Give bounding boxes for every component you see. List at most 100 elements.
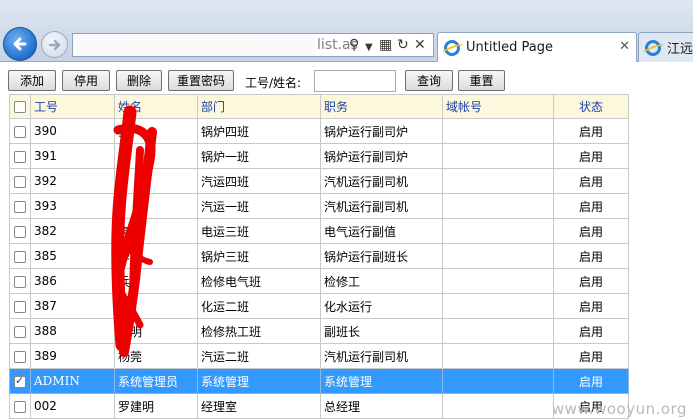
table-row[interactable]: 389 杨莞 汽运二班 汽机运行副司机 启用 <box>9 343 629 369</box>
table-row[interactable]: 392 汽运四班 汽机运行副司机 启用 <box>9 168 629 194</box>
row-checkbox[interactable] <box>14 225 26 238</box>
cell-title: 电气运行副值 <box>320 218 443 244</box>
cell-id: 388 <box>30 318 115 344</box>
cell-status: 启用 <box>553 168 629 194</box>
cell-id: ADMIN <box>30 368 115 394</box>
cell-status: 启用 <box>553 343 629 369</box>
cell-status: 启用 <box>553 118 629 144</box>
row-checkbox[interactable] <box>14 175 26 188</box>
cell-domain-account <box>442 368 554 394</box>
cell-name: 豪 <box>114 118 198 144</box>
table-row[interactable]: 387 陈化运二班 化水运行 启用 <box>9 293 629 319</box>
cell-name: 杨莞 <box>114 343 198 369</box>
cell-dept: 电运三班 <box>197 218 321 244</box>
cell-id: 385 <box>30 243 115 269</box>
arrow-left-icon <box>13 37 27 51</box>
cell-domain-account <box>442 343 554 369</box>
table-row[interactable]: 386 兵检修电气班 检修工 启用 <box>9 268 629 294</box>
reset-button[interactable]: 重置 <box>458 70 505 91</box>
tab-jiangyuan[interactable]: 江远热 <box>638 32 693 62</box>
cell-domain-account <box>442 268 554 294</box>
row-checkbox[interactable] <box>14 374 26 388</box>
row-select-cell <box>9 168 31 194</box>
tab-label: Untitled Page <box>466 40 554 55</box>
cell-id: 387 <box>30 293 115 319</box>
cell-domain-account <box>442 193 554 219</box>
row-select-cell <box>9 318 31 344</box>
table-row[interactable]: 393 汽运一班 汽机运行副司机 启用 <box>9 193 629 219</box>
cell-dept: 经理室 <box>197 393 321 419</box>
cell-id: 382 <box>30 218 115 244</box>
cell-name: 系统管理员 <box>114 368 198 394</box>
select-all-checkbox[interactable] <box>14 101 26 113</box>
cell-dept: 系统管理 <box>197 368 321 394</box>
cell-dept: 汽运四班 <box>197 168 321 194</box>
add-button[interactable]: 添加 <box>8 70 56 91</box>
cell-name <box>114 143 198 169</box>
row-checkbox[interactable] <box>14 350 26 363</box>
row-checkbox[interactable] <box>14 400 26 413</box>
cell-dept: 检修热工班 <box>197 318 321 344</box>
forward-button[interactable] <box>41 31 68 58</box>
ie-icon <box>645 39 661 56</box>
search-input[interactable] <box>314 70 396 92</box>
cell-status: 启用 <box>553 143 629 169</box>
cell-title: 汽机运行副司机 <box>320 193 443 219</box>
refresh-icon[interactable]: ↻ <box>397 36 409 54</box>
column-header-title[interactable]: 职务 <box>320 94 443 119</box>
toolbar: 添加 停用 删除 重置密码 工号/姓名: 查询 重置 <box>0 62 693 94</box>
cell-title: 化水运行 <box>320 293 443 319</box>
ie-icon <box>444 39 460 56</box>
cell-domain-account <box>442 243 554 269</box>
browser-chrome: list.as ⚲ ▼ ▦ ↻ ✕ Untitled Page ✕ 江远热 <box>0 0 693 62</box>
table-header-row: 工号 姓名 部门 职务 域帐号 状态 <box>9 94 629 119</box>
cell-status: 启用 <box>553 293 629 319</box>
cell-status: 启用 <box>553 243 629 269</box>
column-header-name[interactable]: 姓名 <box>114 94 198 119</box>
reset-password-button[interactable]: 重置密码 <box>168 70 234 91</box>
compat-view-icon[interactable]: ▦ <box>379 36 392 54</box>
table-row[interactable]: 382 亮电运三班 电气运行副值 启用 <box>9 218 629 244</box>
cell-id: 002 <box>30 393 115 419</box>
table-row[interactable]: 391 锅炉一班 锅炉运行副司炉 启用 <box>9 143 629 169</box>
row-checkbox[interactable] <box>14 325 26 338</box>
stop-icon[interactable]: ✕ <box>414 36 426 54</box>
cell-name <box>114 168 198 194</box>
table-row[interactable]: 385 华锅炉三班 锅炉运行副班长 启用 <box>9 243 629 269</box>
address-bar[interactable]: list.as ⚲ ▼ ▦ ↻ ✕ <box>72 33 434 57</box>
column-header-id[interactable]: 工号 <box>30 94 115 119</box>
table-row[interactable]: 388 凤明 检修热工班 副班长 启用 <box>9 318 629 344</box>
search-icon[interactable]: ⚲ <box>349 36 359 54</box>
cell-name <box>114 193 198 219</box>
row-select-cell <box>9 118 31 144</box>
column-header-dept[interactable]: 部门 <box>197 94 321 119</box>
cell-name: 罗建明 <box>114 393 198 419</box>
cell-title: 检修工 <box>320 268 443 294</box>
row-checkbox[interactable] <box>14 250 26 263</box>
column-header-status[interactable]: 状态 <box>553 94 629 119</box>
row-checkbox[interactable] <box>14 125 26 138</box>
delete-button[interactable]: 删除 <box>116 70 162 91</box>
cell-dept: 锅炉四班 <box>197 118 321 144</box>
cell-title: 系统管理 <box>320 368 443 394</box>
tab-untitled-page[interactable]: Untitled Page ✕ <box>437 32 637 62</box>
row-select-cell <box>9 393 31 419</box>
query-button[interactable]: 查询 <box>405 70 453 91</box>
column-header-domain-account[interactable]: 域帐号 <box>442 94 554 119</box>
cell-dept: 锅炉三班 <box>197 243 321 269</box>
row-checkbox[interactable] <box>14 275 26 288</box>
back-button[interactable] <box>3 27 37 61</box>
disable-button[interactable]: 停用 <box>62 70 110 91</box>
cell-name: 陈 <box>114 293 198 319</box>
table-row[interactable]: 002 罗建明 经理室 总经理 启用 <box>9 393 629 419</box>
dropdown-arrow-icon[interactable]: ▼ <box>365 39 373 57</box>
cell-domain-account <box>442 393 554 419</box>
row-checkbox[interactable] <box>14 300 26 313</box>
row-select-cell <box>9 218 31 244</box>
row-checkbox[interactable] <box>14 150 26 163</box>
close-icon[interactable]: ✕ <box>619 39 630 54</box>
table-row[interactable]: 390 豪锅炉四班 锅炉运行副司炉 启用 <box>9 118 629 144</box>
row-checkbox[interactable] <box>14 200 26 213</box>
cell-dept: 锅炉一班 <box>197 143 321 169</box>
table-row[interactable]: ADMIN系统管理员系统管理系统管理启用 <box>9 368 629 394</box>
